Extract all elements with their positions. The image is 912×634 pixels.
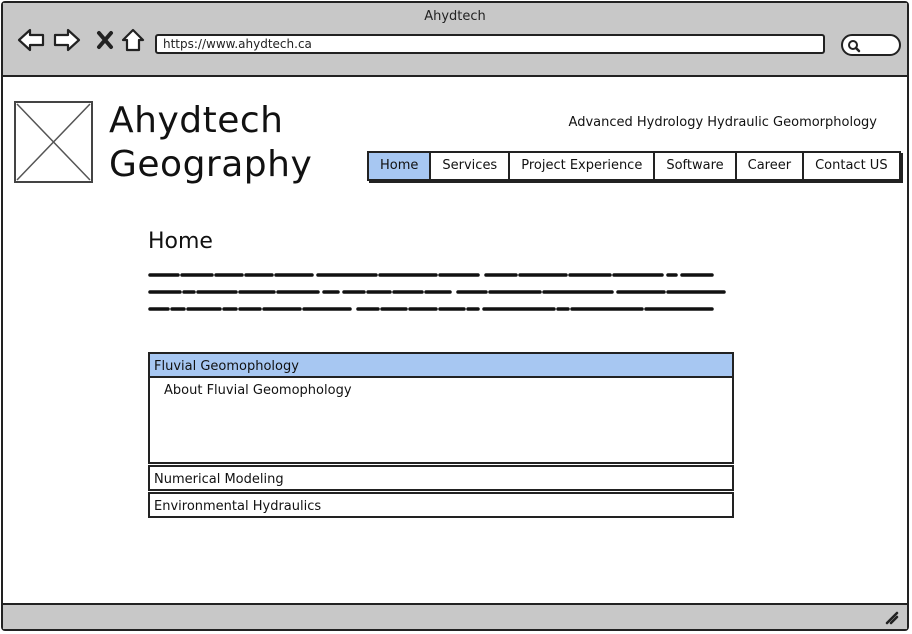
accordion-panel-fluvial: About Fluvial Geomophology <box>148 378 734 464</box>
search-field[interactable] <box>841 34 901 56</box>
nav-item-home[interactable]: Home <box>369 153 432 179</box>
nav-item-software[interactable]: Software <box>655 153 737 179</box>
browser-window: Ahydtech https://www.ahydtech.ca Ahydtec… <box>1 1 909 631</box>
search-icon <box>848 40 861 53</box>
main-nav: Home Services Project Experience Softwar… <box>367 151 901 181</box>
logo-placeholder <box>14 101 93 183</box>
accordion-content-fluvial: About Fluvial Geomophology <box>164 383 352 398</box>
brand-line-2: Geography <box>109 144 313 185</box>
page-title: Home <box>148 229 213 254</box>
nav-item-project-experience[interactable]: Project Experience <box>510 153 656 179</box>
address-bar[interactable]: https://www.ahydtech.ca <box>155 34 825 54</box>
accordion-header-environmental-hydraulics[interactable]: Environmental Hydraulics <box>148 492 734 518</box>
home-icon[interactable] <box>119 27 147 53</box>
nav-item-contact-us[interactable]: Contact US <box>804 153 898 179</box>
placeholder-text-block <box>148 273 726 311</box>
site-tagline: Advanced Hydrology Hydraulic Geomorpholo… <box>568 115 877 130</box>
window-title: Ahydtech <box>424 9 486 24</box>
services-accordion: Fluvial Geomophology About Fluvial Geomo… <box>148 352 734 518</box>
accordion-header-numerical-modeling[interactable]: Numerical Modeling <box>148 465 734 491</box>
resize-grip-icon[interactable] <box>885 611 899 625</box>
forward-arrow-icon[interactable] <box>53 27 81 53</box>
status-bar <box>3 603 907 629</box>
close-icon[interactable] <box>91 27 119 53</box>
nav-item-career[interactable]: Career <box>737 153 805 179</box>
nav-item-services[interactable]: Services <box>431 153 511 179</box>
site-brand: Ahydtech Geography <box>109 99 312 187</box>
browser-toolbar: Ahydtech https://www.ahydtech.ca <box>3 3 907 77</box>
image-placeholder-icon <box>16 103 91 181</box>
brand-line-1: Ahydtech <box>109 100 284 141</box>
back-arrow-icon[interactable] <box>17 27 45 53</box>
accordion-header-fluvial[interactable]: Fluvial Geomophology <box>148 352 734 378</box>
